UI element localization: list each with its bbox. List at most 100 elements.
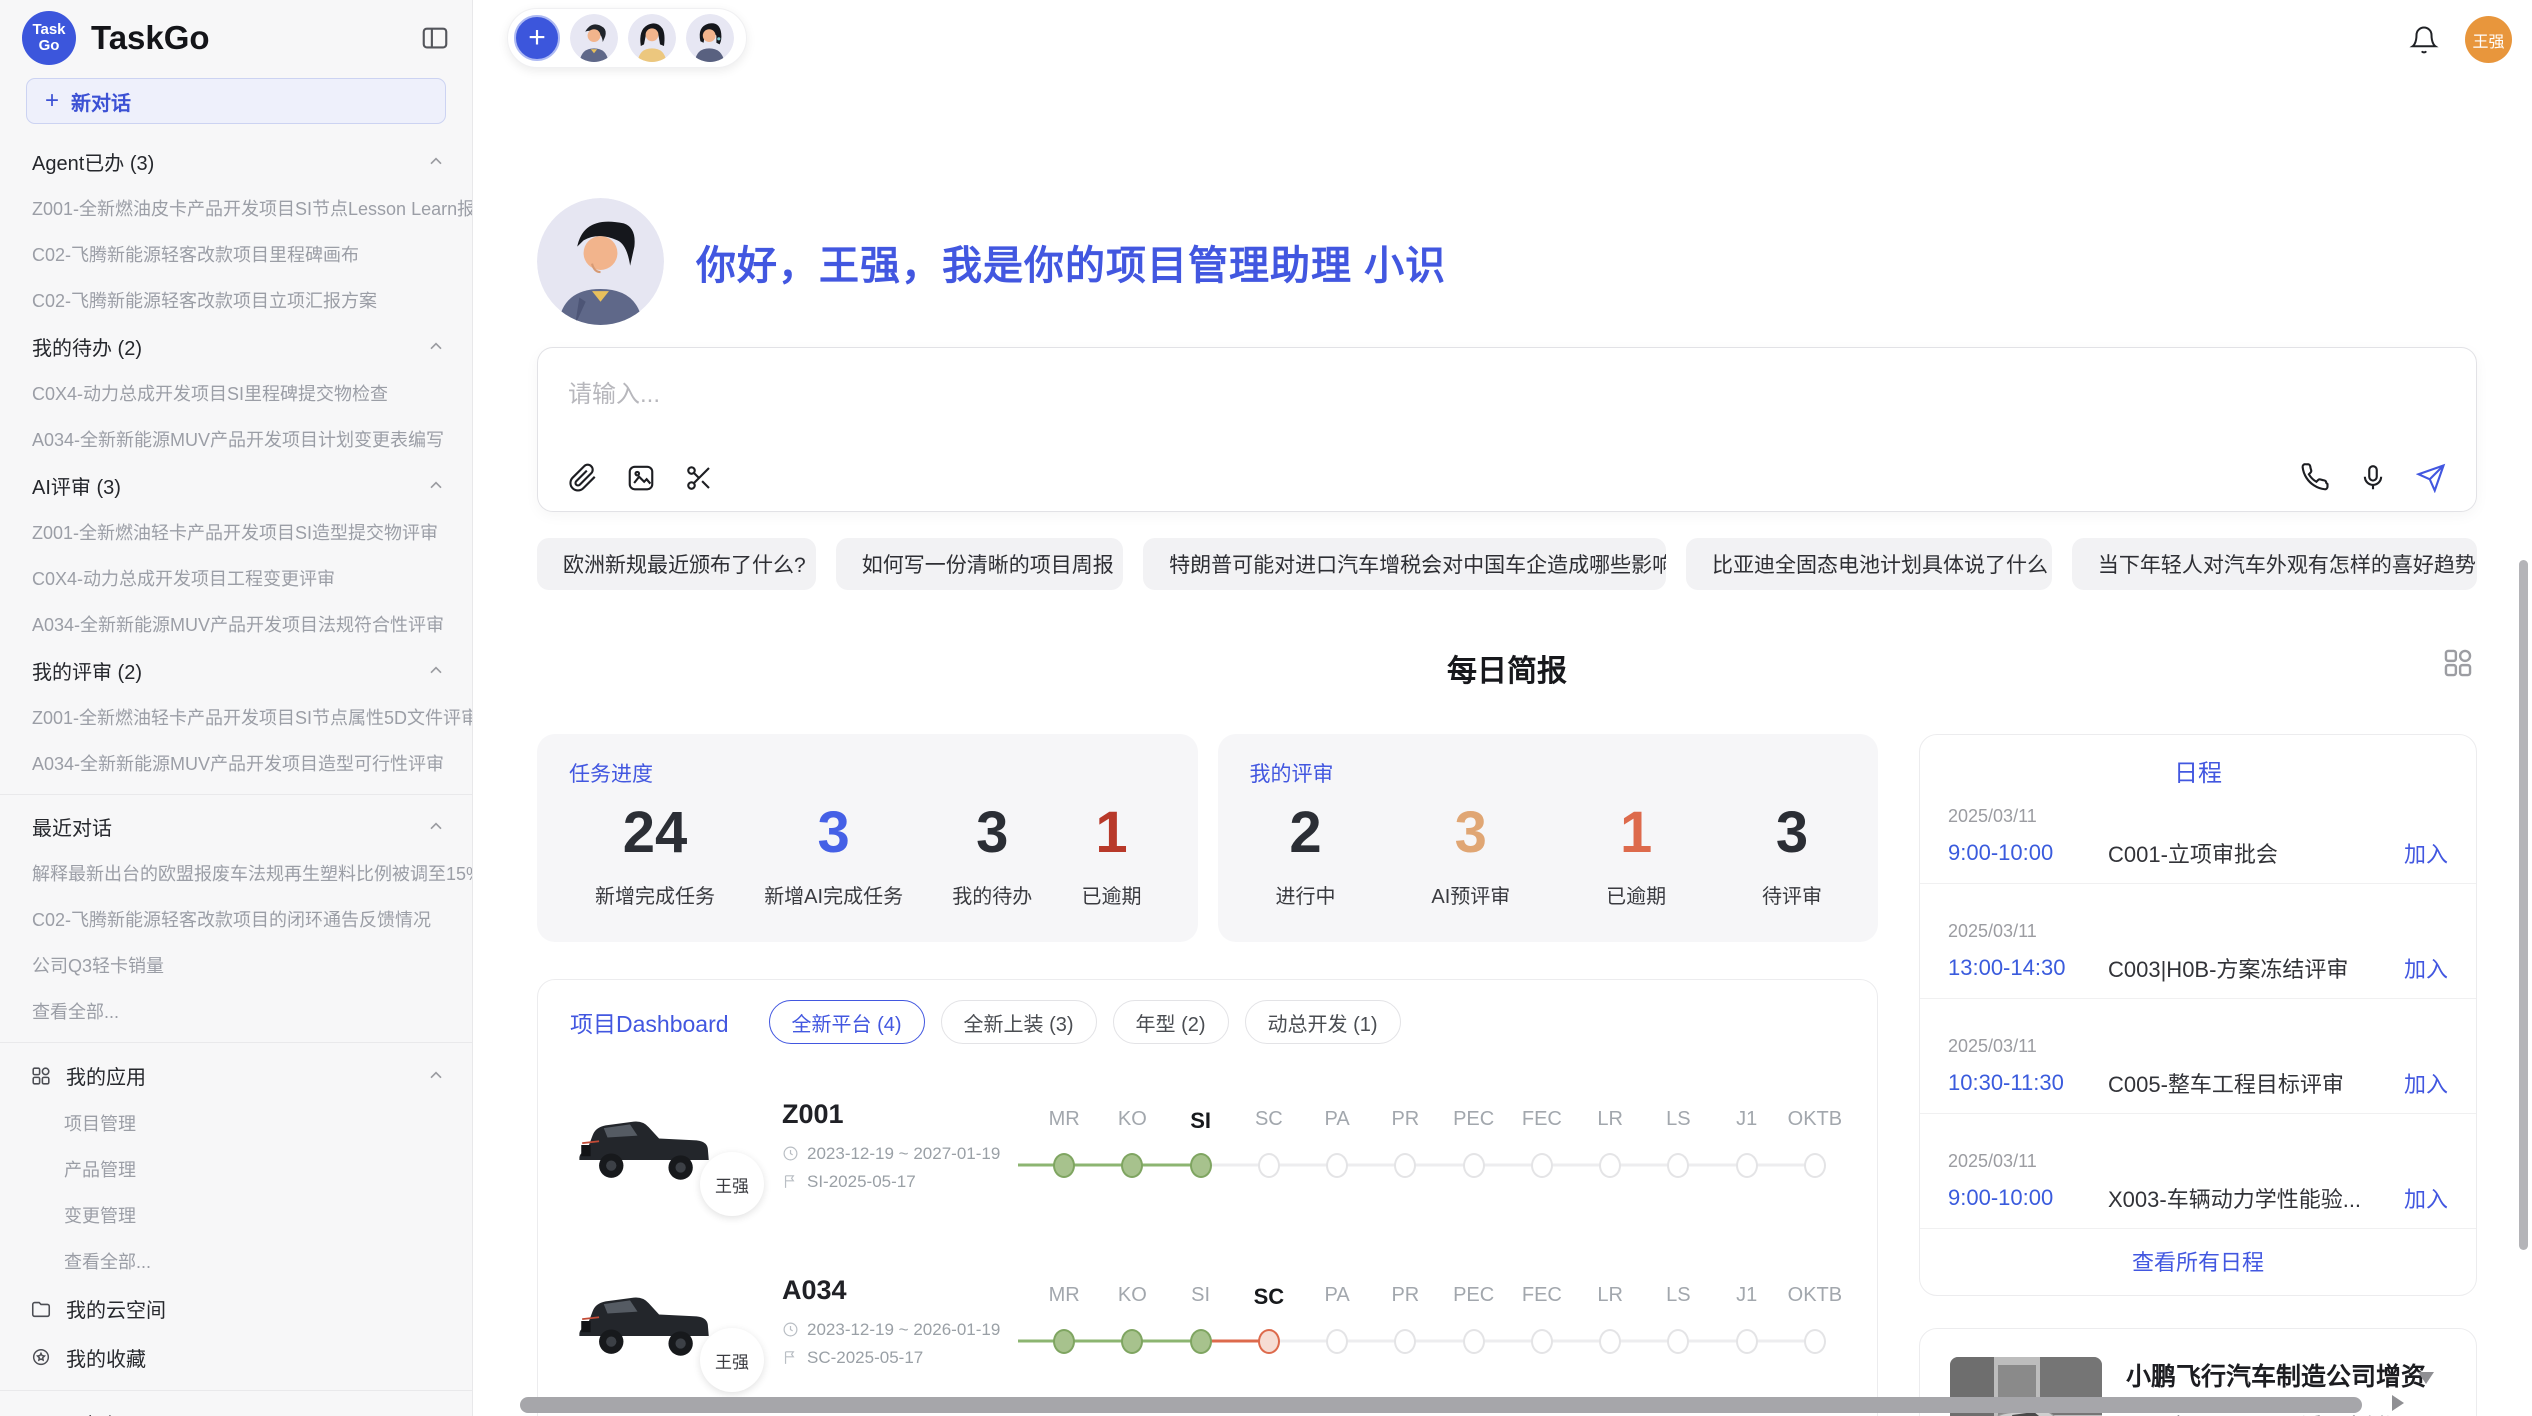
attachment-icon[interactable]	[568, 463, 598, 493]
image-icon[interactable]	[626, 463, 656, 493]
sidebar-item[interactable]: C0X4-动力总成开发项目SI里程碑提交物检查	[0, 370, 472, 416]
sidebar-item[interactable]: C02-飞腾新能源轻客改款项目立项汇报方案	[0, 277, 472, 323]
recent-conversation-item[interactable]: C02-飞腾新能源轻客改款项目的闭环通告反馈情况	[0, 896, 472, 942]
my-app-item[interactable]: 产品管理	[0, 1146, 472, 1192]
sidebar-section-header[interactable]: AI评审 (3)	[0, 462, 472, 509]
microphone-icon[interactable]	[2358, 463, 2388, 493]
news-title: 小鹏飞行汽车制造公司增资	[2126, 1357, 2452, 1393]
milestone-track: MRKOSISCPAPRPECFECLRLSJ1OKTB	[1030, 1108, 1849, 1182]
sidebar-item-my-apps[interactable]: 我的应用	[0, 1051, 472, 1100]
milestone-dot	[1463, 1329, 1485, 1354]
sidebar-section-header-recent[interactable]: 最近对话	[0, 803, 472, 850]
sidebar-item-medal[interactable]: 我的收藏	[0, 1333, 472, 1382]
clock-icon	[782, 1145, 799, 1162]
schedule-date: 2025/03/11	[1948, 921, 2448, 942]
sidebar-item-people[interactable]: AI超级员工	[0, 1399, 472, 1416]
chat-input[interactable]	[568, 374, 2446, 463]
view-all-conversations-link[interactable]: 查看全部...	[0, 988, 472, 1034]
stat-label: 新增AI完成任务	[764, 880, 903, 909]
sidebar-item[interactable]: Z001-全新燃油轻卡产品开发项目SI节点属性5D文件评审	[0, 694, 472, 740]
composer-toolbar	[568, 463, 2446, 493]
topbar: + 王强	[473, 0, 2532, 70]
composer-left-icons	[568, 463, 714, 493]
phone-icon[interactable]	[2300, 463, 2330, 493]
chevron-up-icon	[426, 1066, 446, 1086]
dashboard-tab[interactable]: 动总开发 (1)	[1245, 1000, 1401, 1044]
horizontal-scrollbar-thumb[interactable]	[520, 1397, 2362, 1413]
sidebar-section-header[interactable]: 我的待办 (2)	[0, 323, 472, 370]
milestone-label: OKTB	[1781, 1108, 1849, 1138]
medal-icon	[30, 1347, 52, 1369]
my-app-item[interactable]: 项目管理	[0, 1100, 472, 1146]
dashboard-tab[interactable]: 全新上装 (3)	[941, 1000, 1097, 1044]
join-button[interactable]: 加入	[2404, 1067, 2448, 1099]
stat-card-title: 我的评审	[1250, 758, 1849, 788]
view-all-apps-link[interactable]: 查看全部...	[0, 1238, 472, 1284]
stat: 1已逾期	[1606, 801, 1666, 910]
stat-label: 待评审	[1762, 880, 1822, 909]
suggestion-chip[interactable]: 特朗普可能对进口汽车增税会对中国车企造成哪些影响	[1143, 538, 1666, 590]
user-avatar[interactable]: 王强	[2465, 16, 2512, 63]
project-photo: 王强	[570, 1272, 720, 1370]
sidebar-item[interactable]: A034-全新新能源MUV产品开发项目计划变更表编写	[0, 416, 472, 462]
stat-value: 3	[764, 801, 903, 865]
milestone-label: PR	[1371, 1108, 1439, 1138]
sidebar-item[interactable]: Z001-全新燃油轻卡产品开发项目SI造型提交物评审	[0, 509, 472, 555]
my-app-item[interactable]: 变更管理	[0, 1192, 472, 1238]
layout-grid-icon[interactable]	[2441, 646, 2475, 680]
milestone-dot	[1190, 1153, 1212, 1178]
sidebar-item[interactable]: Z001-全新燃油皮卡产品开发项目SI节点Lesson Learn报告	[0, 185, 472, 231]
sidebar-section-header[interactable]: 我的评审 (2)	[0, 647, 472, 694]
suggestion-chips: 欧洲新规最近颁布了什么? 如何写一份清晰的项目周报特朗普可能对进口汽车增税会对中国…	[537, 538, 2477, 590]
dashboard-tab[interactable]: 年型 (2)	[1113, 1000, 1229, 1044]
project-name: A034	[782, 1275, 1030, 1306]
suggestion-chip[interactable]: 欧洲新规最近颁布了什么?	[537, 538, 816, 590]
schedule-event-name: C003|H0B-方案冻结评审	[2108, 952, 2404, 984]
flag-icon	[782, 1349, 799, 1366]
scissors-icon[interactable]	[684, 463, 714, 493]
recent-conversation-item[interactable]: 公司Q3轻卡销量	[0, 942, 472, 988]
assistant-avatar-1[interactable]	[570, 14, 618, 62]
milestone-dot	[1599, 1329, 1621, 1354]
send-icon[interactable]	[2416, 463, 2446, 493]
dashboard-tab[interactable]: 全新平台 (4)	[769, 1000, 925, 1044]
sidebar-item[interactable]: C02-飞腾新能源轻客改款项目里程碑画布	[0, 231, 472, 277]
suggestion-chip[interactable]: 如何写一份清晰的项目周报	[836, 538, 1123, 590]
assistant-avatar-3[interactable]	[686, 14, 734, 62]
vertical-scrollbar-thumb[interactable]	[2519, 560, 2528, 1250]
join-button[interactable]: 加入	[2404, 952, 2448, 984]
composer-right-icons	[2300, 463, 2446, 493]
sidebar-section-header[interactable]: Agent已办 (3)	[0, 138, 472, 185]
milestone: LR	[1576, 1284, 1644, 1358]
stat: 24新增完成任务	[595, 801, 715, 910]
sidebar-item[interactable]: A034-全新新能源MUV产品开发项目造型可行性评审	[0, 740, 472, 786]
new-chat-button[interactable]: + 新对话	[26, 78, 446, 124]
milestone: LR	[1576, 1108, 1644, 1182]
clock-icon	[782, 1321, 799, 1338]
view-all-schedule-link[interactable]: 查看所有日程	[1920, 1229, 2476, 1285]
project-row[interactable]: 王强Z0012023-12-19 ~ 2027-01-19SI-2025-05-…	[570, 1070, 1849, 1220]
milestone-label: J1	[1713, 1108, 1781, 1138]
milestone-label: SI	[1167, 1284, 1235, 1314]
notification-bell-icon[interactable]	[2409, 25, 2439, 55]
join-button[interactable]: 加入	[2404, 1182, 2448, 1214]
scroll-right-arrow[interactable]	[2392, 1395, 2404, 1411]
suggestion-chip[interactable]: 比亚迪全固态电池计划具体说了什么	[1686, 538, 2052, 590]
milestone-label: FEC	[1508, 1284, 1576, 1314]
stat-label: 进行中	[1276, 880, 1336, 909]
milestone-dot	[1804, 1153, 1826, 1178]
sidebar-item[interactable]: C0X4-动力总成开发项目工程变更评审	[0, 555, 472, 601]
join-button[interactable]: 加入	[2404, 837, 2448, 869]
milestone: FEC	[1508, 1108, 1576, 1182]
add-assistant-button[interactable]: +	[514, 15, 560, 61]
recent-conversation-item[interactable]: 解释最新出台的欧盟报废车法规再生塑料比例被调至15%...	[0, 850, 472, 896]
assistant-avatar-2[interactable]	[628, 14, 676, 62]
milestone-dot	[1667, 1329, 1689, 1354]
sidebar-collapse-icon[interactable]	[420, 23, 450, 53]
sidebar-item[interactable]: A034-全新新能源MUV产品开发项目法规符合性评审	[0, 601, 472, 647]
scroll-down-arrow[interactable]	[2418, 1372, 2434, 1384]
project-row[interactable]: 王强A0342023-12-19 ~ 2026-01-19SC-2025-05-…	[570, 1246, 1849, 1396]
assistant-switcher: +	[507, 8, 747, 68]
sidebar-item-folder[interactable]: 我的云空间	[0, 1284, 472, 1333]
suggestion-chip[interactable]: 当下年轻人对汽车外观有怎样的喜好趋势	[2072, 538, 2477, 590]
